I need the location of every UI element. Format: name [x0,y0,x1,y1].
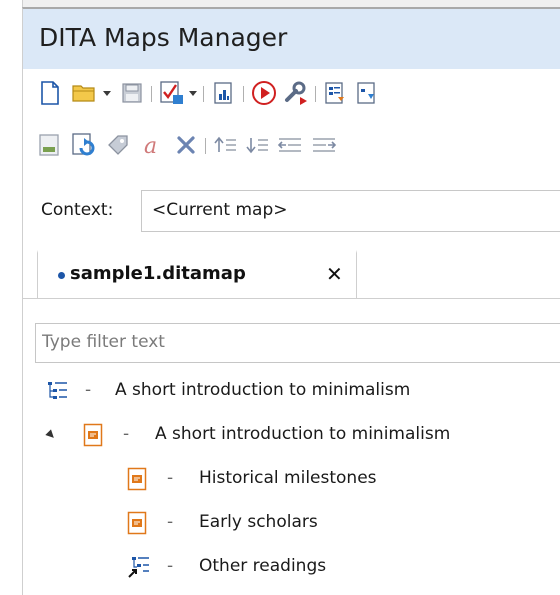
collapse-arrow-icon[interactable] [45,429,57,441]
validate-icon[interactable] [157,75,187,111]
demote-icon[interactable] [309,127,339,163]
tree-node-root[interactable]: - A short introduction to minimalism [23,371,543,411]
toolbar-row-1 [35,75,559,111]
panel-title: DITA Maps Manager [39,23,288,52]
insert-reference-icon[interactable] [353,75,383,111]
context-value: <Current map> [152,200,288,220]
tree-node-label: Historical milestones [199,468,377,488]
tree-node-other-readings[interactable]: - Other readings [23,547,543,587]
tree-node-topic-parent[interactable]: - A short introduction to minimalism [23,415,543,455]
panel-title-bar[interactable]: DITA Maps Manager [23,9,560,69]
insert-topic-ref-icon[interactable] [321,75,351,111]
context-select[interactable]: <Current map> [141,190,560,232]
toolbar-separator [315,86,316,102]
move-up-icon[interactable] [211,127,241,163]
tree-node-label: A short introduction to minimalism [155,424,451,444]
left-gutter [0,0,23,593]
tree-node-dash: - [167,468,174,488]
promote-icon[interactable] [275,127,305,163]
new-file-icon[interactable] [35,75,65,111]
window: DITA Maps Manager a Context: <Current ma… [0,0,560,595]
toolbar-separator [203,86,204,102]
edit-attributes-icon[interactable] [103,127,133,163]
edit-properties-icon[interactable] [35,127,65,163]
context-label: Context: [41,200,114,220]
tree-node-dash: - [85,380,92,400]
dita-maps-manager-panel: DITA Maps Manager a Context: <Current ma… [22,7,560,595]
toolbar-row-2: a [35,127,559,163]
filter-box [35,323,560,363]
tab-sample1-ditamap[interactable]: sample1.ditamap ✕ [37,250,357,298]
tree-node-label: Early scholars [199,512,318,532]
tree-node-early-scholars[interactable]: - Early scholars [23,503,543,543]
map-tree: - A short introduction to minimalism - A… [23,371,560,595]
validate-dropdown-caret[interactable] [189,91,197,96]
configure-transformation-icon[interactable] [281,75,311,111]
move-down-icon[interactable] [243,127,273,163]
tree-node-dash: - [123,424,130,444]
delete-icon[interactable] [171,127,201,163]
tree-node-label: Other readings [199,556,327,576]
run-transformation-icon[interactable] [249,75,279,111]
map-reference-icon [127,555,149,579]
open-dropdown-caret[interactable] [103,91,111,96]
refresh-references-icon[interactable] [69,127,99,163]
filter-input[interactable] [36,324,560,360]
open-folder-icon[interactable] [69,75,99,111]
modified-indicator-icon [58,272,65,279]
tree-node-dash: - [167,512,174,532]
close-icon[interactable]: ✕ [326,262,343,286]
report-icon[interactable] [209,75,239,111]
tree-node-dash: - [167,556,174,576]
tab-label: sample1.ditamap [70,263,246,284]
map-root-icon [47,379,69,403]
topic-icon [83,423,105,447]
context-row: Context: <Current map> [23,186,560,234]
save-icon[interactable] [117,75,147,111]
top-strip [0,0,560,7]
toolbar-separator [151,86,152,102]
map-tabs: sample1.ditamap ✕ [23,250,560,299]
toolbar-separator [243,86,244,102]
tree-node-historical-milestones[interactable]: - Historical milestones [23,459,543,499]
tree-node-label: A short introduction to minimalism [115,380,411,400]
rename-icon[interactable]: a [137,127,167,163]
topic-icon [127,511,149,535]
svg-text:a: a [144,134,157,157]
toolbar-separator [205,138,206,154]
topic-icon [127,467,149,491]
